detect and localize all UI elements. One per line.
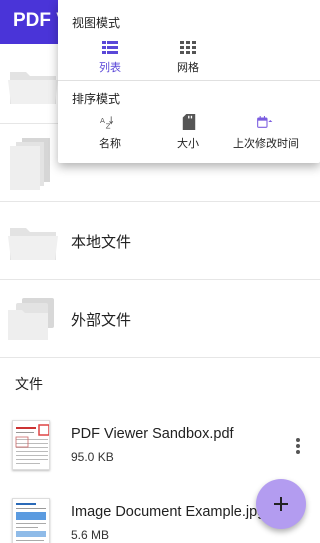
documents-icon (10, 138, 50, 190)
calendar-icon (257, 116, 273, 128)
view-sort-menu: 视图模式 列表 网格 排序模式 A Z 名称 大小 上次修改时间 (58, 0, 320, 163)
sort-mode-title: 排序模式 (72, 92, 121, 106)
external-files-label: 外部文件 (71, 311, 132, 329)
file-size: 95.0 KB (71, 450, 114, 464)
sort-size-option[interactable]: 大小 (153, 114, 223, 154)
file-row[interactable]: PDF Viewer Sandbox.pdf 95.0 KB (0, 404, 320, 482)
list-view-icon (102, 41, 118, 54)
file-size: 5.6 MB (71, 528, 110, 542)
sort-modified-label: 上次修改时间 (233, 137, 299, 150)
files-section-title: 文件 (15, 377, 43, 393)
add-fab-button[interactable] (256, 479, 306, 529)
external-files-row[interactable]: 外部文件 (0, 280, 320, 358)
svg-text:A: A (100, 116, 105, 125)
menu-divider (58, 80, 320, 81)
view-mode-title: 视图模式 (72, 16, 121, 30)
more-options-icon[interactable] (293, 436, 303, 456)
view-grid-option[interactable]: 网格 (153, 38, 223, 76)
pdf-thumbnail (12, 420, 50, 470)
view-grid-label: 网格 (177, 61, 199, 74)
view-list-label: 列表 (99, 61, 121, 74)
divider (0, 357, 320, 358)
folder-icon (8, 72, 58, 104)
sort-size-label: 大小 (177, 137, 199, 150)
sort-modified-option[interactable]: 上次修改时间 (231, 114, 301, 154)
sort-az-icon: A Z (100, 116, 114, 130)
svg-text:Z: Z (106, 121, 111, 130)
image-thumbnail (12, 498, 50, 543)
file-name: PDF Viewer Sandbox.pdf (71, 426, 234, 442)
local-files-label: 本地文件 (71, 233, 132, 251)
sort-name-option[interactable]: A Z 名称 (75, 114, 145, 154)
sd-card-icon (182, 114, 196, 130)
folder-icon (8, 228, 58, 260)
view-list-option[interactable]: 列表 (75, 38, 145, 76)
local-files-row[interactable]: 本地文件 (0, 202, 320, 280)
sort-name-label: 名称 (99, 137, 121, 150)
grid-view-icon (180, 41, 196, 54)
sort-ascending-arrow-icon (268, 120, 273, 122)
file-name: Image Document Example.jpg (71, 504, 266, 520)
external-folder-icon (8, 298, 54, 340)
